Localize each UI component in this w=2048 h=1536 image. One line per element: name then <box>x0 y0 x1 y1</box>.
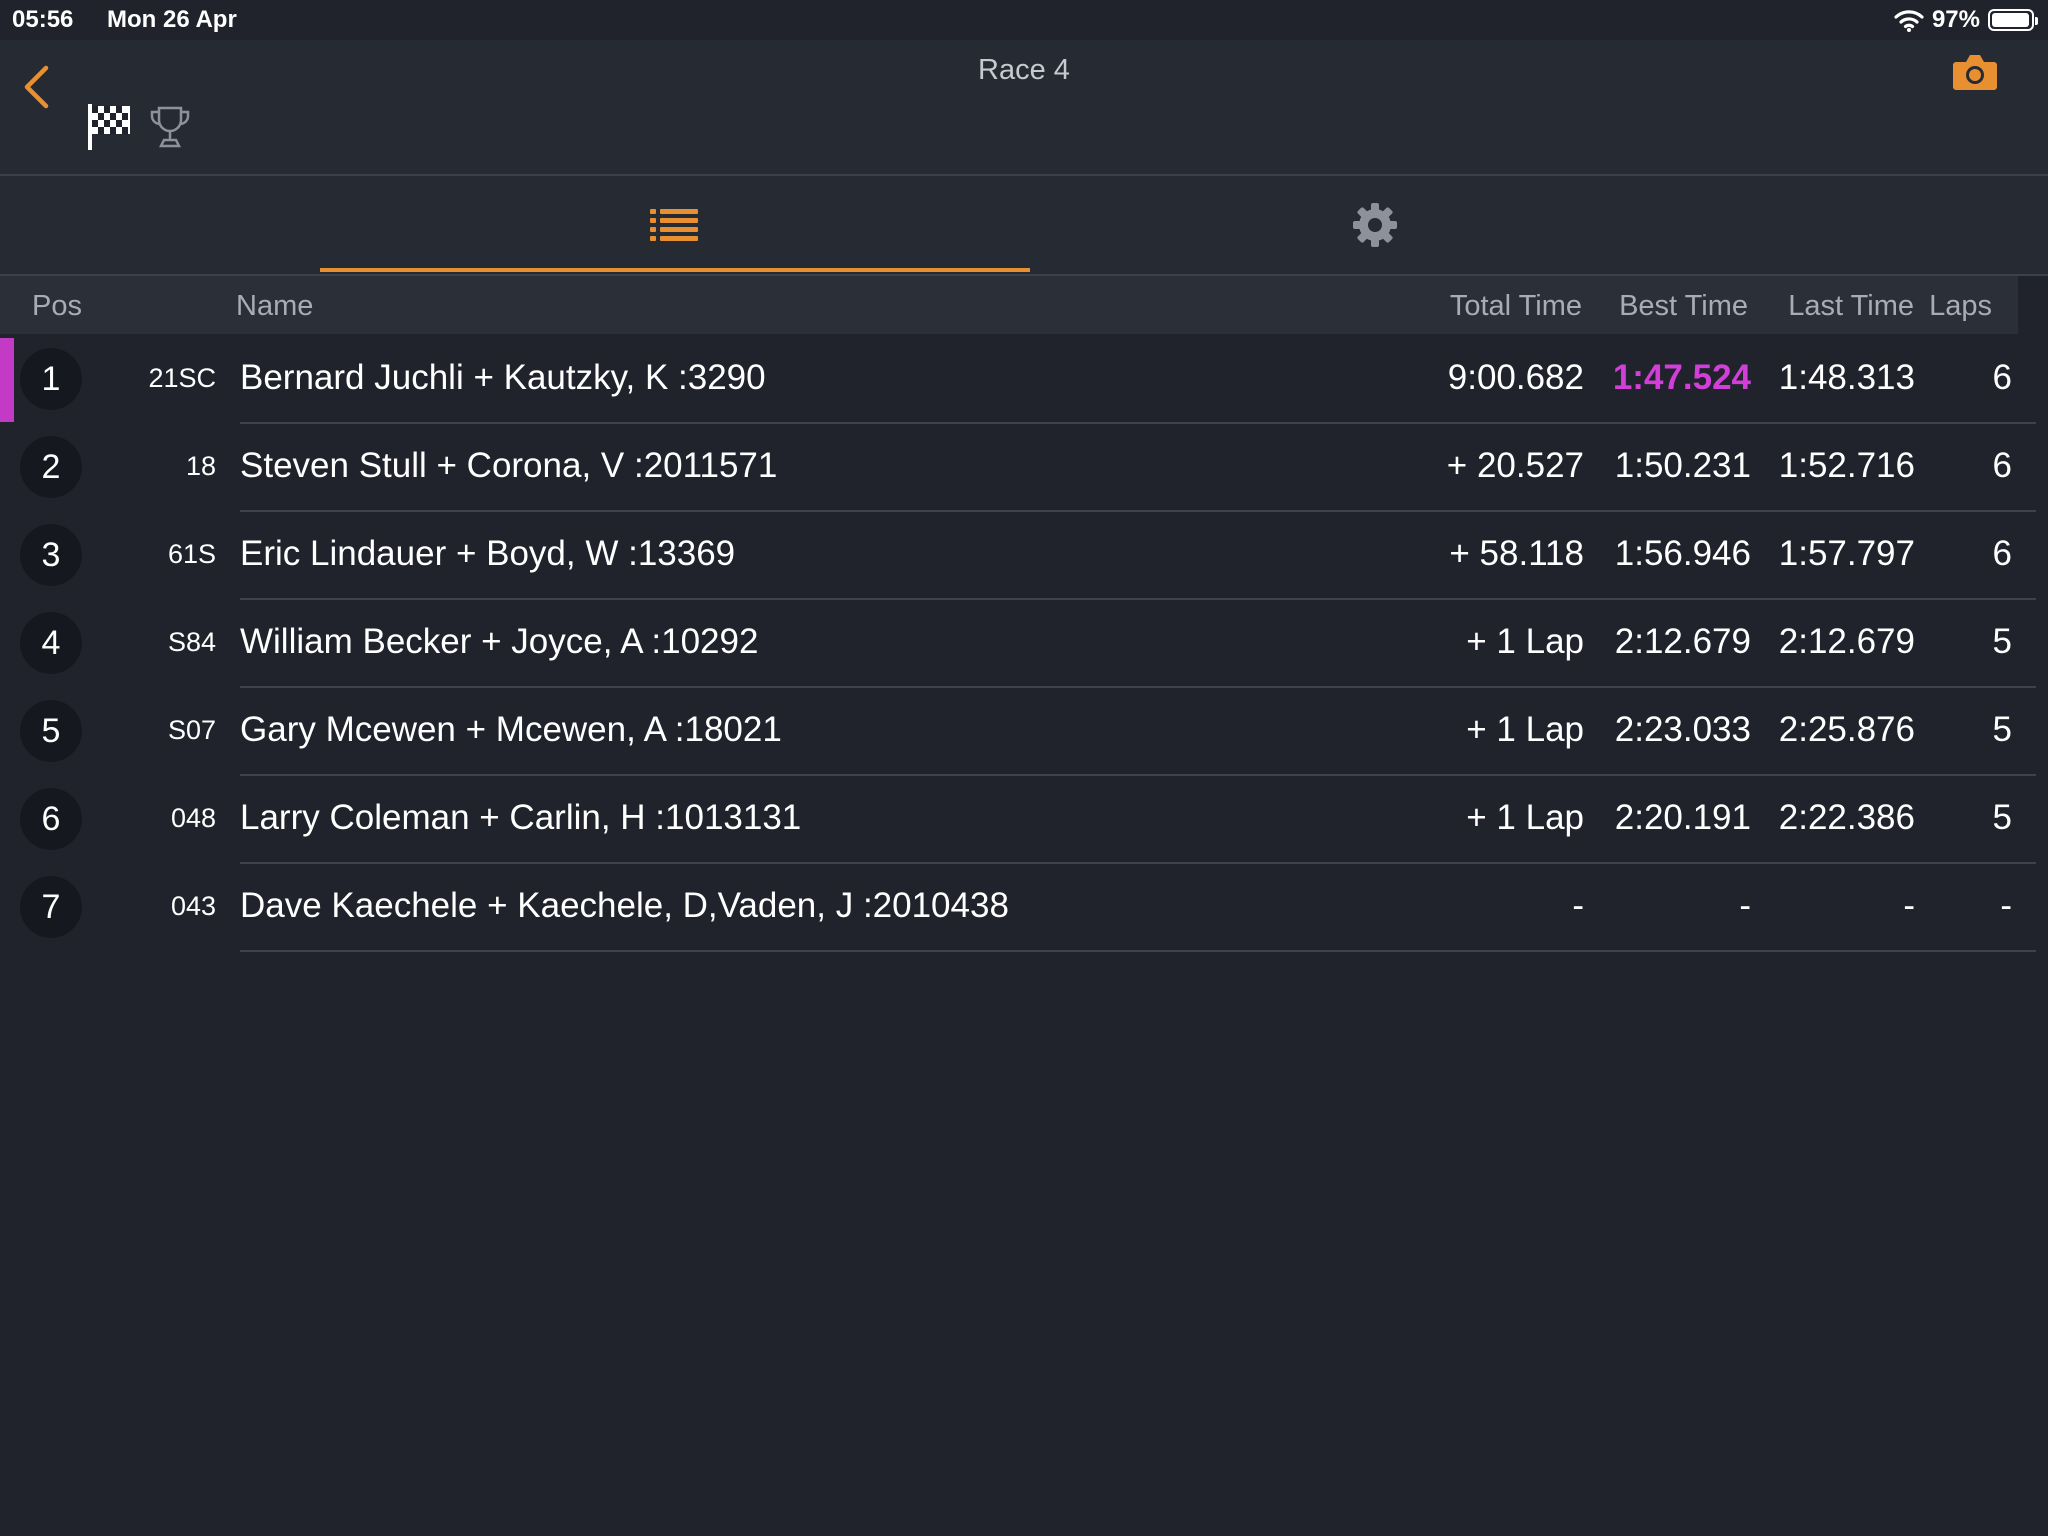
race-results-flag-icon[interactable] <box>86 102 132 152</box>
driver-name: Eric Lindauer + Boyd, W :13369 <box>240 534 736 573</box>
table-row[interactable]: 4 S84 William Becker + Joyce, A :10292 +… <box>0 600 2048 688</box>
status-time: 05:56 <box>12 6 74 33</box>
car-number: 21SC <box>148 363 216 393</box>
table-row[interactable]: 5 S07 Gary Mcewen + Mcewen, A :18021 + 1… <box>0 688 2048 776</box>
last-time: 2:12.679 <box>1778 622 1915 661</box>
last-time: 1:48.313 <box>1778 358 1915 397</box>
car-number: 61S <box>167 539 216 569</box>
header-scroll-gap <box>2018 276 2048 334</box>
battery-level <box>1992 13 2029 27</box>
laps: 6 <box>1992 358 2012 397</box>
driver-name: Bernard Juchli + Kautzky, K :3290 <box>240 358 766 397</box>
battery-icon <box>1988 9 2038 31</box>
active-tab-indicator <box>320 268 1030 272</box>
screenshot-button[interactable] <box>1952 52 1998 92</box>
tab-settings[interactable] <box>1030 176 1720 274</box>
car-number: 043 <box>170 891 216 921</box>
tab-results-list[interactable] <box>320 176 1030 274</box>
wifi-icon <box>1894 10 1924 32</box>
position-badge: 2 <box>20 436 82 498</box>
total-time: + 1 Lap <box>1466 622 1584 661</box>
position-badge: 4 <box>20 612 82 674</box>
status-bar: 05:56 Mon 26 Apr 97% <box>0 0 2048 40</box>
row-divider <box>240 950 2036 952</box>
best-time: - <box>1739 886 1751 925</box>
header-name[interactable]: Name <box>236 290 313 323</box>
trophy-icon <box>150 106 190 148</box>
total-time: + 20.527 <box>1446 446 1584 485</box>
header-pos[interactable]: Pos <box>32 290 82 323</box>
table-row[interactable]: 7 043 Dave Kaechele + Kaechele, D,Vaden,… <box>0 864 2048 952</box>
driver-name: Dave Kaechele + Kaechele, D,Vaden, J :20… <box>240 886 1009 925</box>
page-title: Race 4 <box>978 54 1070 86</box>
driver-name: Steven Stull + Corona, V :2011571 <box>240 446 778 485</box>
last-time: 1:57.797 <box>1778 534 1915 573</box>
last-time: 2:22.386 <box>1778 798 1915 837</box>
best-time: 1:47.524 <box>1612 358 1751 397</box>
position-badge: 3 <box>20 524 82 586</box>
status-indicators: 97% <box>1894 6 2038 34</box>
laps: 5 <box>1992 622 2012 661</box>
position-badge: 7 <box>20 876 82 938</box>
best-time: 2:20.191 <box>1614 798 1751 837</box>
header-last-time[interactable]: Last Time <box>1788 290 1914 323</box>
laps: - <box>2000 886 2012 925</box>
last-time: - <box>1903 886 1915 925</box>
car-number: 048 <box>170 803 216 833</box>
last-time: 2:25.876 <box>1778 710 1915 749</box>
position-badge: 5 <box>20 700 82 762</box>
total-time: - <box>1572 886 1584 925</box>
laps: 5 <box>1992 710 2012 749</box>
best-time: 1:50.231 <box>1614 446 1751 485</box>
laps: 6 <box>1992 446 2012 485</box>
driver-name: Larry Coleman + Carlin, H :1013131 <box>240 798 802 837</box>
camera-icon <box>1953 55 1997 90</box>
best-time: 2:12.679 <box>1614 622 1751 661</box>
total-time: + 58.118 <box>1449 534 1584 573</box>
battery-percent: 97% <box>1931 6 1980 33</box>
list-icon <box>650 209 698 241</box>
checkered-flag-icon <box>88 104 130 150</box>
header-total-time[interactable]: Total Time <box>1450 290 1582 323</box>
table-row[interactable]: 2 18 Steven Stull + Corona, V :2011571 +… <box>0 424 2048 512</box>
leader-indicator <box>0 338 14 422</box>
header-best-time[interactable]: Best Time <box>1619 290 1748 323</box>
table-row[interactable]: 6 048 Larry Coleman + Carlin, H :1013131… <box>0 776 2048 864</box>
laps: 6 <box>1992 534 2012 573</box>
header-laps[interactable]: Laps <box>1929 290 1992 323</box>
total-time: + 1 Lap <box>1466 710 1584 749</box>
position-badge: 6 <box>20 788 82 850</box>
driver-name: William Becker + Joyce, A :10292 <box>240 622 759 661</box>
car-number: S07 <box>167 715 216 745</box>
standings-trophy-button[interactable] <box>148 104 192 150</box>
position-badge: 1 <box>20 348 82 410</box>
status-date: Mon 26 Apr <box>107 6 237 33</box>
best-time: 2:23.033 <box>1614 710 1751 749</box>
best-time: 1:56.946 <box>1614 534 1751 573</box>
car-number: 18 <box>185 451 216 481</box>
last-time: 1:52.716 <box>1778 446 1915 485</box>
table-row[interactable]: 1 21SC Bernard Juchli + Kautzky, K :3290… <box>0 336 2048 424</box>
tab-bar <box>0 176 2048 276</box>
total-time: + 1 Lap <box>1466 798 1584 837</box>
car-number: S84 <box>167 627 216 657</box>
table-header: Pos Name Total Time Best Time Last Time … <box>0 276 2018 334</box>
laps: 5 <box>1992 798 2012 837</box>
gear-icon <box>1353 203 1397 247</box>
nav-bar: Race 4 <box>0 40 2048 176</box>
total-time: 9:00.682 <box>1447 358 1584 397</box>
table-row[interactable]: 3 61S Eric Lindauer + Boyd, W :13369 + 5… <box>0 512 2048 600</box>
driver-name: Gary Mcewen + Mcewen, A :18021 <box>240 710 782 749</box>
